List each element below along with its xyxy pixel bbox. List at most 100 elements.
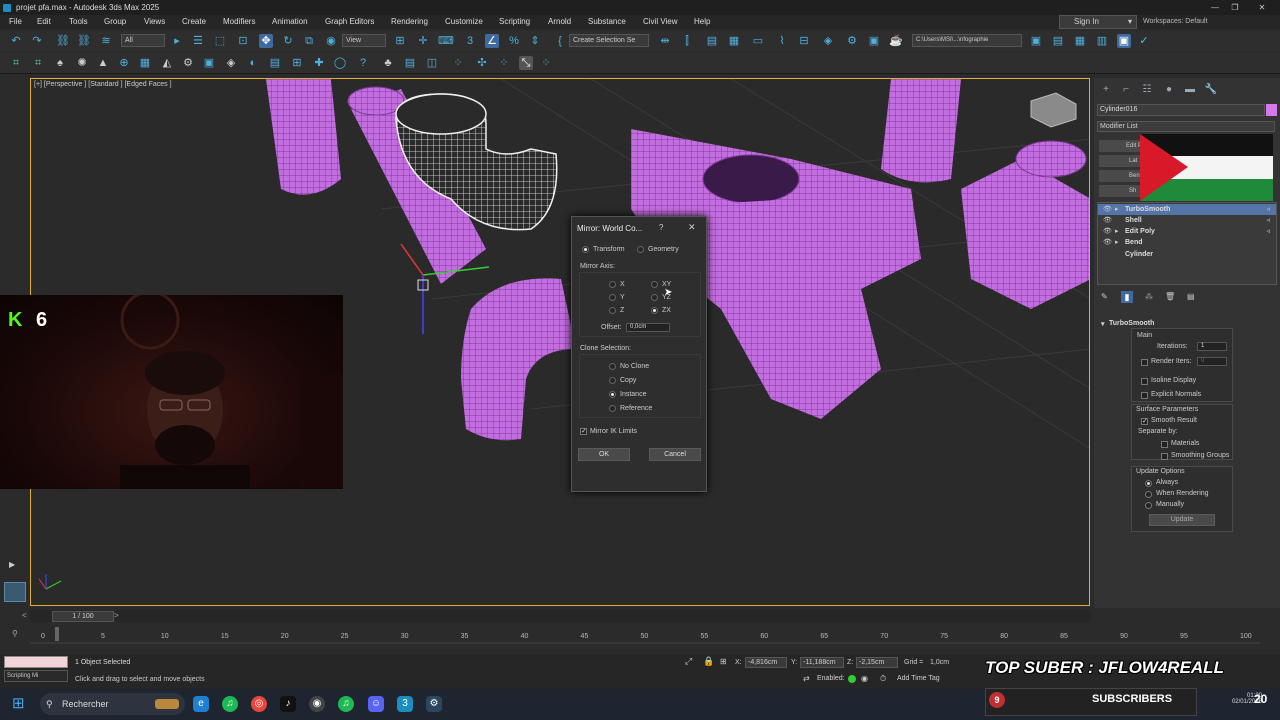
spotify-alt-icon[interactable]: ♫ [338,696,354,712]
spotlight-icon[interactable]: ▲ [96,56,110,70]
camera-icon[interactable]: ◐ [246,56,260,70]
menu-views[interactable]: Views [144,17,165,26]
layer-explorer-icon[interactable]: ▦ [727,34,741,48]
undo-icon[interactable]: ↶ [9,34,23,48]
show-end-result-icon[interactable]: ▮ [1121,291,1133,303]
cylinder-mesh-1[interactable] [266,79,341,195]
always-radio[interactable] [1145,480,1152,487]
menu-substance[interactable]: Substance [588,17,626,26]
expand-arrow-icon[interactable]: ▸ [1115,237,1119,248]
iterations-spinner[interactable]: 1 [1197,342,1227,351]
close-icon[interactable]: ✕ [1252,0,1272,15]
cylinder-mesh-2[interactable] [881,79,961,183]
explicit-normals-checkbox[interactable] [1141,392,1148,399]
instance-radio[interactable] [609,391,616,398]
record-icon[interactable]: ◉ [861,674,868,683]
frame-indicator[interactable]: 1 / 100 [52,611,114,622]
display-tab-icon[interactable]: ▬ [1183,84,1197,96]
render-setup-icon[interactable]: ⚙ [845,34,859,48]
snaps-toggle-icon[interactable]: 3 [463,34,477,48]
move-icon[interactable]: ✥ [259,34,273,48]
eye-icon[interactable]: 👁 [1103,237,1112,248]
maxscript-mini[interactable]: Scripting Mi [4,670,68,682]
configure-sets-icon[interactable]: ▤ [1187,292,1195,301]
transform-radio[interactable] [582,246,589,253]
edit-poly-button[interactable]: Edit P [1099,140,1145,152]
eye-icon[interactable]: 👁 [1103,204,1112,215]
link-icon[interactable]: ⛓ [56,34,70,48]
isolate-icon[interactable]: ⤢ [685,656,692,667]
time-tag-icon[interactable]: ⏱ [880,674,886,684]
transform-icon[interactable]: ⁘ [497,56,511,70]
snap-icon[interactable]: ⊞ [290,56,304,70]
menu-edit[interactable]: Edit [37,17,51,26]
z-coordinate-field[interactable]: -2,15cm [856,657,898,668]
obs-icon[interactable]: ◉ [309,696,325,712]
selection-filter-dropdown[interactable]: All [121,34,165,47]
axis-zx-radio[interactable] [651,307,658,314]
stack-item-cylinder[interactable]: Cylinder [1098,249,1276,260]
update-button[interactable]: Update [1149,514,1215,526]
edge-icon[interactable]: e [193,696,209,712]
edit-named-selection-icon[interactable]: { [553,34,567,48]
remove-modifier-icon[interactable]: 🗑 [1165,292,1175,301]
menu-modifiers[interactable]: Modifiers [223,17,255,26]
render-production-icon[interactable]: ☕ [889,34,903,48]
modifier-list-dropdown[interactable]: Modifier List [1097,121,1275,132]
smooth-result-checkbox[interactable]: ✓ [1141,418,1148,425]
add-time-tag-label[interactable]: Add Time Tag [897,675,940,682]
gizmo-icon[interactable]: ⊕ [117,56,131,70]
hierarchy-tab-icon[interactable]: ☷ [1140,84,1154,96]
adaptive-degradation-icon[interactable]: ⇄ [803,674,810,683]
expand-arrow-icon[interactable]: ▸ [1115,226,1119,237]
cancel-button[interactable]: Cancel [649,448,701,461]
modify-tab-icon[interactable]: ⌐ [1119,84,1133,96]
discord-icon[interactable]: ☺ [368,696,384,712]
viewport-label[interactable]: [+] [Perspective ] [Standard ] [Edged Fa… [34,81,172,88]
manipulate-icon[interactable]: ✛ [416,34,430,48]
schematic-view-icon[interactable]: ⊟ [797,34,811,48]
maxscript-listener[interactable] [4,656,68,668]
render-icon[interactable]: ◫ [425,56,439,70]
lock-icon[interactable]: 🔒 [703,656,714,667]
select-object-icon[interactable]: ▸ [170,34,184,48]
menu-customize[interactable]: Customize [445,17,483,26]
isoline-checkbox[interactable] [1141,378,1148,385]
menu-graph-editors[interactable]: Graph Editors [325,17,374,26]
window-crossing-icon[interactable]: ⊡ [236,34,250,48]
arrange-icon[interactable]: ⁘ [451,56,465,70]
axis-x-radio[interactable] [609,281,616,288]
toolbar-settings-icon[interactable]: ▦ [1073,34,1087,48]
prev-frame-icon[interactable]: < [22,611,27,620]
rectangular-selection-icon[interactable]: ⬚ [213,34,227,48]
rollout-title[interactable]: TurboSmooth [1109,320,1154,327]
help-icon[interactable]: ? [659,223,663,232]
expand-arrow-icon[interactable]: ▸ [1115,204,1119,215]
selection-lock-icon[interactable]: ⤡ [519,56,533,70]
extra-icon[interactable]: ⁘ [539,56,553,70]
freeform-tool-icon[interactable]: ⌗ [31,56,45,70]
smoothing-groups-checkbox[interactable] [1161,453,1168,460]
enabled-status-icon[interactable] [848,675,856,683]
keyboard-shortcut-icon[interactable]: ⌨ [438,34,454,48]
object-name-field[interactable]: Cylinder016 [1097,104,1265,116]
layer-icon[interactable]: ▤ [268,56,282,70]
place-icon[interactable]: ◉ [324,34,338,48]
menu-group[interactable]: Group [104,17,126,26]
helper-icon[interactable]: ◭ [160,56,174,70]
windows-start-icon[interactable]: ⊞ [12,696,25,712]
sun-icon[interactable]: ✺ [75,56,89,70]
copy-radio[interactable] [609,377,616,384]
light-icon[interactable]: ♠ [53,56,67,70]
align-icon[interactable]: ⫿ [680,34,694,48]
chrome-icon[interactable]: ◎ [251,696,267,712]
rotate-icon[interactable]: ↻ [281,34,295,48]
absolute-mode-icon[interactable]: ⊞ [720,657,727,666]
named-selection-sets-dropdown[interactable]: Create Selection Se [569,34,649,47]
rendered-frame-window-icon[interactable]: ▣ [867,34,881,48]
mirror-icon[interactable]: ⇹ [658,34,672,48]
y-coordinate-field[interactable]: -11,188cm [800,657,844,668]
time-slider[interactable]: < > [22,610,1090,622]
stack-item-shell[interactable]: 👁 Shell ◃ [1098,215,1276,226]
box-icon[interactable]: ▣ [202,56,216,70]
